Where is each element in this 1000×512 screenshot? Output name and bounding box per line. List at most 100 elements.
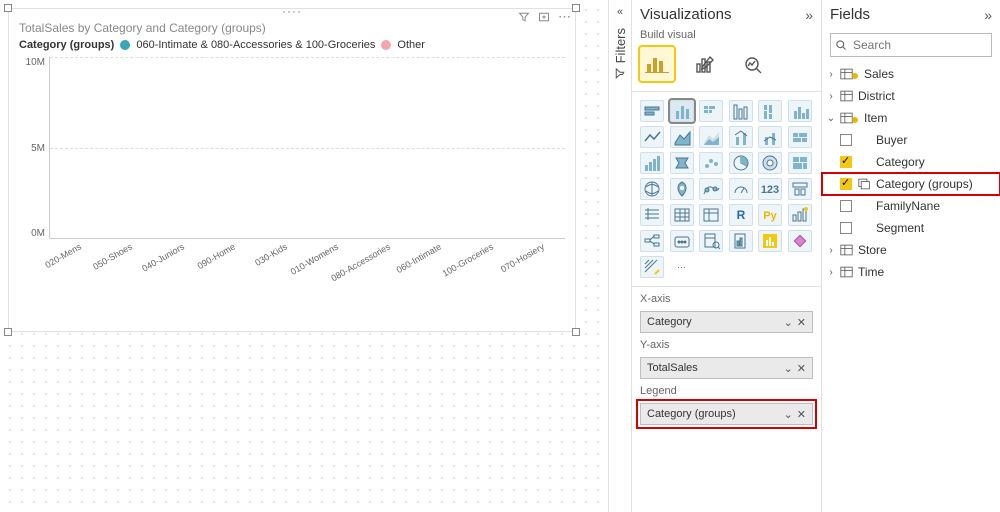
viz-type-31[interactable]	[670, 230, 694, 252]
viz-type-30[interactable]	[640, 230, 664, 252]
viz-type-2[interactable]	[699, 100, 723, 122]
table-Time[interactable]: › Time	[822, 261, 1000, 283]
viz-type-22[interactable]: 123	[758, 178, 782, 200]
checkbox[interactable]	[840, 200, 852, 212]
field-Category[interactable]: Category	[822, 151, 1000, 173]
viz-type-0[interactable]	[640, 100, 664, 122]
focus-mode-icon[interactable]	[538, 11, 550, 23]
viz-type-21[interactable]	[729, 178, 753, 200]
drag-handle[interactable]	[272, 9, 312, 15]
viz-type-27[interactable]: R	[729, 204, 753, 226]
table-label: Time	[856, 265, 996, 279]
resize-handle-tr[interactable]	[572, 4, 580, 12]
viz-type-19[interactable]	[670, 178, 694, 200]
viz-type-8[interactable]	[699, 126, 723, 148]
field-Category-(groups)[interactable]: Category (groups)	[822, 173, 1000, 195]
svg-text:R: R	[736, 208, 745, 222]
filters-pane-collapsed[interactable]: « Filters	[608, 0, 632, 512]
chevron-down-icon[interactable]: ⌄	[782, 408, 795, 421]
analytics-tab[interactable]	[736, 47, 770, 81]
viz-type-33[interactable]	[729, 230, 753, 252]
report-canvas[interactable]: ⋯ TotalSales by Category and Category (g…	[0, 0, 608, 512]
viz-type-18[interactable]	[640, 178, 664, 200]
legend-label: Legend	[640, 385, 813, 397]
filter-icon[interactable]	[518, 11, 530, 23]
y-axis-well[interactable]: TotalSales ⌄ ✕	[640, 357, 813, 379]
bar-label: 050-Shoes	[92, 241, 135, 271]
viz-type-13[interactable]	[670, 152, 694, 174]
checkbox[interactable]	[840, 222, 852, 234]
search-input[interactable]	[830, 33, 992, 57]
resize-handle-tl[interactable]	[4, 4, 12, 12]
field-label: Category	[874, 155, 996, 169]
viz-type-14[interactable]	[699, 152, 723, 174]
chart-plot[interactable]: 020-Mens050-Shoes040-Juniors090-Home030-…	[49, 57, 565, 239]
viz-type-20[interactable]	[699, 178, 723, 200]
chevron-down-icon[interactable]: ⌄	[822, 113, 840, 124]
field-Buyer[interactable]: Buyer	[822, 129, 1000, 151]
viz-type-12[interactable]	[640, 152, 664, 174]
checkbox[interactable]	[840, 134, 852, 146]
format-visual-tab[interactable]	[688, 47, 722, 81]
viz-type-25[interactable]	[670, 204, 694, 226]
viz-more[interactable]: ⋯	[670, 256, 694, 278]
viz-type-24[interactable]	[640, 204, 664, 226]
bar-label: 070-Hosiery	[499, 241, 546, 274]
remove-field-icon[interactable]: ✕	[795, 408, 808, 421]
viz-type-4[interactable]	[758, 100, 782, 122]
more-options-icon[interactable]: ⋯	[558, 11, 571, 23]
viz-type-26[interactable]	[699, 204, 723, 226]
table-Sales[interactable]: › Sales	[822, 63, 1000, 85]
collapse-fields-icon[interactable]: »	[984, 7, 992, 23]
viz-type-23[interactable]	[788, 178, 812, 200]
table-label: Sales	[862, 67, 996, 81]
table-Store[interactable]: ›Store	[822, 239, 1000, 261]
viz-type-15[interactable]	[729, 152, 753, 174]
chevron-right-icon[interactable]: ›	[822, 267, 840, 278]
table-Item[interactable]: ⌄ Item	[822, 107, 1000, 129]
viz-type-29[interactable]	[788, 204, 812, 226]
chevron-right-icon[interactable]: ›	[822, 91, 840, 102]
resize-handle-br[interactable]	[572, 328, 580, 336]
chevron-down-icon[interactable]: ⌄	[782, 316, 795, 329]
viz-type-28[interactable]: Py	[758, 204, 782, 226]
chevron-right-icon[interactable]: ›	[822, 69, 840, 80]
checkbox[interactable]	[840, 178, 852, 190]
viz-type-34[interactable]	[758, 230, 782, 252]
chevron-right-icon[interactable]: ›	[822, 245, 840, 256]
table-label: Item	[862, 111, 996, 125]
viz-type-32[interactable]	[699, 230, 723, 252]
viz-type-1[interactable]	[670, 100, 694, 122]
field-FamilyNane[interactable]: FamilyNane	[822, 195, 1000, 217]
viz-type-6[interactable]	[640, 126, 664, 148]
viz-type-10[interactable]	[758, 126, 782, 148]
chevron-down-icon[interactable]: ⌄	[782, 362, 795, 375]
field-Segment[interactable]: Segment	[822, 217, 1000, 239]
fields-pane: Fields » ›Sales›District⌄ItemBuyerCatego…	[822, 0, 1000, 512]
checkbox[interactable]	[840, 156, 852, 168]
bar-label: 060-Intimate	[395, 241, 443, 275]
viz-type-17[interactable]	[788, 152, 812, 174]
viz-type-11[interactable]	[788, 126, 812, 148]
viz-type-5[interactable]	[788, 100, 812, 122]
viz-type-36[interactable]	[640, 256, 664, 278]
search-icon	[835, 39, 847, 51]
remove-field-icon[interactable]: ✕	[795, 316, 808, 329]
viz-type-16[interactable]	[758, 152, 782, 174]
table-icon	[840, 244, 856, 256]
viz-type-3[interactable]	[729, 100, 753, 122]
build-visual-tab[interactable]	[640, 47, 674, 81]
build-visual-label: Build visual	[632, 29, 821, 45]
viz-type-9[interactable]	[729, 126, 753, 148]
collapse-visualizations-icon[interactable]: »	[805, 7, 813, 23]
chart-tile[interactable]: ⋯ TotalSales by Category and Category (g…	[8, 8, 576, 332]
remove-field-icon[interactable]: ✕	[795, 362, 808, 375]
viz-type-35[interactable]	[788, 230, 812, 252]
table-District[interactable]: ›District	[822, 85, 1000, 107]
expand-filters-icon[interactable]: «	[617, 6, 623, 18]
legend-well[interactable]: Category (groups) ⌄ ✕	[640, 403, 813, 425]
viz-type-7[interactable]	[670, 126, 694, 148]
resize-handle-bl[interactable]	[4, 328, 12, 336]
bar-label: 040-Juniors	[140, 241, 186, 273]
x-axis-well[interactable]: Category ⌄ ✕	[640, 311, 813, 333]
